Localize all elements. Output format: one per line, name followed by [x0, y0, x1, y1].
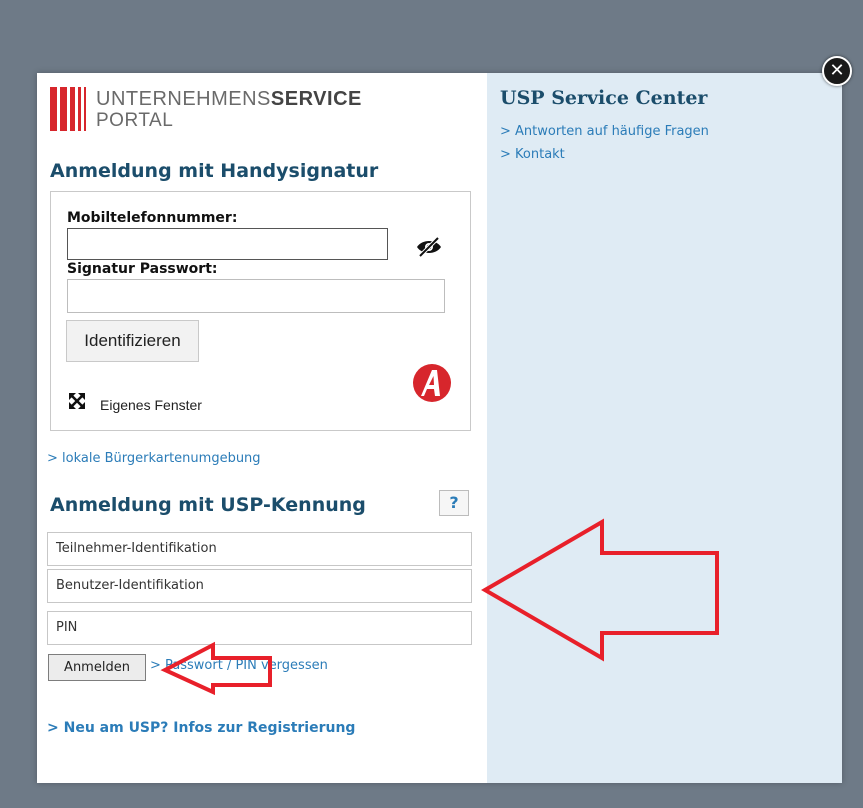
login-dialog: UNTERNEHMENSSERVICE PORTAL Anmeldung mit…	[37, 73, 842, 783]
logo-text-line2: PORTAL	[96, 110, 174, 131]
logo-bars	[50, 87, 88, 131]
registration-info-link[interactable]: > Neu am USP? Infos zur Registrierung	[47, 720, 355, 736]
service-center-title: USP Service Center	[500, 87, 708, 109]
phone-input[interactable]	[67, 228, 388, 260]
participant-id-input[interactable]: Teilnehmer-Identifikation	[47, 532, 472, 566]
faq-link[interactable]: > Antworten auf häufige Fragen	[500, 124, 709, 139]
identify-button[interactable]: Identifizieren	[66, 320, 199, 362]
login-button[interactable]: Anmelden	[48, 654, 146, 681]
close-icon[interactable]: ✕	[822, 56, 852, 86]
logo-bar	[70, 87, 75, 131]
logo-text-bold: SERVICE	[270, 88, 362, 110]
service-center-panel: USP Service Center > Antworten auf häufi…	[487, 73, 842, 783]
user-id-input[interactable]: Benutzer-Identifikation	[47, 569, 472, 603]
usp-logo: UNTERNEHMENSSERVICE PORTAL	[50, 85, 380, 135]
a-trust-logo	[413, 364, 451, 402]
logo-bar	[78, 87, 81, 131]
password-input[interactable]	[67, 279, 445, 313]
logo-bar	[50, 87, 57, 131]
handysignatur-heading: Anmeldung mit Handysignatur	[50, 160, 379, 182]
password-label: Signatur Passwort:	[67, 261, 218, 277]
usp-heading: Anmeldung mit USP-Kennung	[50, 494, 366, 516]
own-window-label[interactable]: Eigenes Fenster	[100, 397, 202, 413]
logo-text-line1: UNTERNEHMENSSERVICE	[96, 88, 362, 111]
logo-bar	[84, 87, 86, 131]
login-panel: UNTERNEHMENSSERVICE PORTAL Anmeldung mit…	[37, 73, 487, 783]
help-button[interactable]: ?	[439, 490, 469, 516]
logo-text-regular: UNTERNEHMENS	[96, 88, 271, 110]
pin-input[interactable]: PIN	[47, 611, 472, 645]
expand-icon[interactable]	[69, 393, 85, 409]
local-citizen-card-link[interactable]: > lokale Bürgerkartenumgebung	[47, 451, 261, 466]
contact-link[interactable]: > Kontakt	[500, 147, 565, 162]
logo-bar	[60, 87, 67, 131]
eye-slash-icon[interactable]	[415, 236, 443, 258]
forgot-password-link[interactable]: > Passwort / PIN vergessen	[150, 658, 328, 673]
phone-label: Mobiltelefonnummer:	[67, 210, 238, 226]
